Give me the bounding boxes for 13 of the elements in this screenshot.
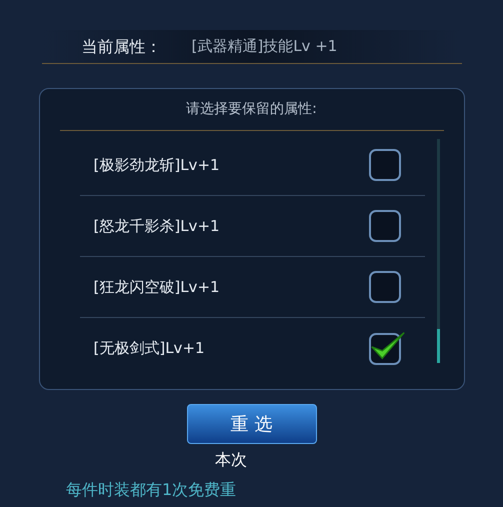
- current-attribute-label: 当前属性：: [82, 36, 162, 58]
- current-attribute-value: [武器精通]技能Lv +1: [192, 36, 338, 58]
- reselect-button[interactable]: 重 选: [186, 404, 316, 444]
- footer-hint: 每件时装都有1次免费重: [66, 479, 236, 501]
- panel-title: 请选择要保留的属性:: [60, 99, 444, 131]
- attribute-checkbox[interactable]: [368, 271, 400, 303]
- attribute-option-label: [怒龙千影杀]Lv+1: [92, 216, 220, 237]
- attribute-option-label: [极影劲龙斩]Lv+1: [92, 154, 220, 176]
- attribute-checkbox[interactable]: [368, 210, 400, 242]
- free-note: 本次: [215, 449, 247, 471]
- attribute-checkbox[interactable]: [368, 149, 400, 181]
- attribute-option-label: [无极剑式]Lv+1: [92, 338, 205, 360]
- attribute-option-label: [狂龙闪空破]Lv+1: [92, 276, 220, 298]
